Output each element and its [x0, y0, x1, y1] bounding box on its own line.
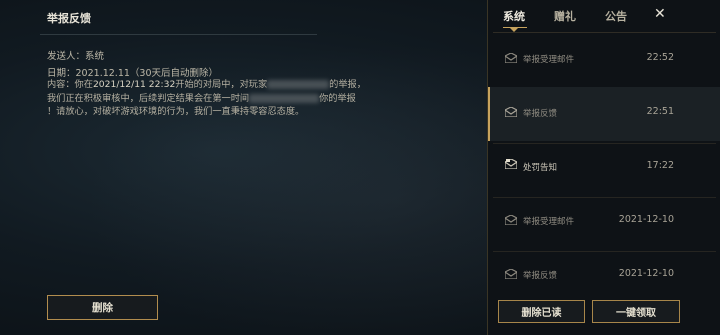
- mail-content: 内容：你在2021/12/11 22:32开始的对局中，对玩家 的举报， 我们正在…: [47, 78, 393, 119]
- mail-sidebar: 系统 赠礼 公告 ✕ 举报受理邮件 22:52 举报反馈 22:51 处罚告知 …: [487, 0, 720, 335]
- redacted-text: [267, 80, 330, 89]
- read-mail-icon: [505, 215, 517, 225]
- sender-value: 系统: [85, 51, 105, 62]
- redacted-text: [249, 93, 320, 103]
- mail-time: 22:51: [646, 106, 674, 117]
- mail-item-penalty-notice[interactable]: 处罚告知 17:22: [488, 141, 720, 198]
- sender-row: 发送人：系统: [47, 48, 104, 62]
- sender-label: 发送人：: [47, 51, 86, 62]
- delete-button[interactable]: 删除: [47, 295, 158, 320]
- mail-title: 举报受理邮件: [523, 55, 575, 65]
- content-line-3: ！请放心，对破坏游戏环境的行为，我们一直秉持零容忍态度。: [47, 106, 305, 117]
- close-icon[interactable]: ✕: [654, 6, 666, 22]
- mail-title: 处罚告知: [523, 163, 558, 173]
- mail-title: 举报反馈: [523, 271, 558, 281]
- mail-item-report-feedback[interactable]: 举报反馈 22:51: [488, 87, 720, 144]
- content-line-2: 我们正在积极审核中，后续判定结果会在第一时间 你的举报: [47, 92, 356, 104]
- penalty-mail-icon: [505, 159, 517, 169]
- mail-tabs: 系统 赠礼 公告 ✕: [488, 0, 720, 32]
- mail-item-report-accepted[interactable]: 举报受理邮件 2021-12-10: [488, 195, 720, 252]
- mail-detail-title: 举报反馈: [47, 12, 91, 25]
- mail-time: 2021-12-10: [618, 214, 674, 225]
- claim-all-button[interactable]: 一键领取: [592, 300, 680, 323]
- divider: [40, 34, 317, 35]
- read-mail-icon: [505, 107, 517, 117]
- read-mail-icon: [505, 53, 517, 63]
- mail-time: 2021-12-10: [618, 268, 674, 279]
- delete-read-button[interactable]: 删除已读: [498, 300, 585, 323]
- mail-title: 举报受理邮件: [523, 217, 575, 227]
- mail-time: 17:22: [646, 160, 674, 171]
- mail-time: 22:52: [646, 52, 674, 63]
- mail-item-report-accepted[interactable]: 举报受理邮件 22:52: [488, 33, 720, 90]
- read-mail-icon: [505, 269, 517, 279]
- tab-system[interactable]: 系统: [503, 8, 525, 24]
- mail-title: 举报反馈: [523, 109, 558, 119]
- content-line-1: 内容：你在2021/12/11 22:32开始的对局中，对玩家 的举报，: [47, 79, 366, 90]
- tab-gifts[interactable]: 赠礼: [554, 8, 576, 24]
- date-row: 日期：2021.12.11（30天后自动删除）: [47, 65, 218, 79]
- mail-item-report-feedback[interactable]: 举报反馈 2021-12-10: [488, 249, 720, 303]
- tab-announcements[interactable]: 公告: [605, 8, 627, 24]
